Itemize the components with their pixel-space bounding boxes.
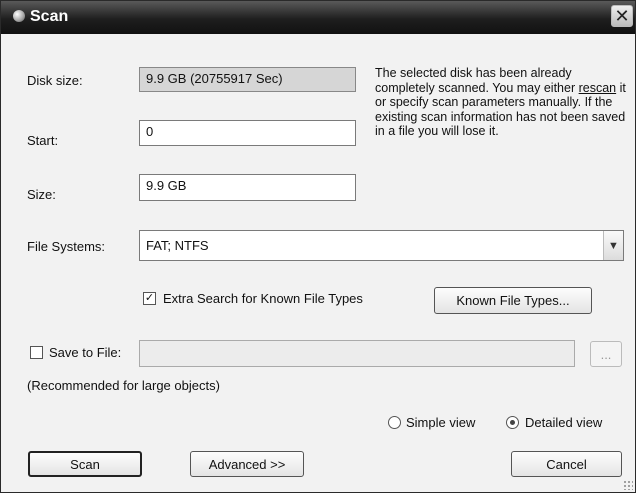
scan-dialog: Scan ✕ Disk size: 9.9 GB (20755917 Sec) … <box>0 0 636 493</box>
rescan-link[interactable]: rescan <box>579 81 617 95</box>
save-to-file-label[interactable]: Save to File: <box>49 345 121 360</box>
simple-view-radio[interactable] <box>388 416 401 429</box>
disk-size-field: 9.9 GB (20755917 Sec) <box>139 67 356 92</box>
save-to-file-checkbox[interactable] <box>30 346 43 359</box>
size-input[interactable]: 9.9 GB <box>139 174 356 201</box>
scan-info-text: The selected disk has been already compl… <box>375 66 627 139</box>
title-bar: Scan ✕ <box>1 1 635 34</box>
app-icon <box>13 10 25 22</box>
known-file-types-button[interactable]: Known File Types... <box>434 287 592 314</box>
disk-size-label: Disk size: <box>27 73 83 88</box>
extra-search-checkbox[interactable]: ✓ <box>143 292 156 305</box>
simple-view-label[interactable]: Simple view <box>406 415 475 430</box>
file-systems-select[interactable]: FAT; NTFS ▼ <box>139 230 624 261</box>
save-to-file-input <box>139 340 575 367</box>
extra-search-label[interactable]: Extra Search for Known File Types <box>163 291 363 306</box>
file-systems-label: File Systems: <box>27 239 106 254</box>
close-icon: ✕ <box>614 6 630 26</box>
advanced-button[interactable]: Advanced >> <box>190 451 304 477</box>
resize-grip-icon[interactable] <box>623 480 633 490</box>
recommendation-text: (Recommended for large objects) <box>27 378 220 393</box>
start-input[interactable]: 0 <box>139 120 356 146</box>
check-icon: ✓ <box>144 292 155 304</box>
chevron-down-icon[interactable]: ▼ <box>603 231 623 260</box>
scan-button[interactable]: Scan <box>28 451 142 477</box>
detailed-view-label[interactable]: Detailed view <box>525 415 602 430</box>
file-systems-value: FAT; NTFS <box>146 238 209 253</box>
window-title: Scan <box>30 8 69 25</box>
close-button[interactable]: ✕ <box>611 5 633 27</box>
detailed-view-radio[interactable] <box>506 416 519 429</box>
info-text-before: The selected disk has been already compl… <box>375 66 579 95</box>
browse-button: ... <box>590 341 622 367</box>
start-label: Start: <box>27 133 59 148</box>
size-label: Size: <box>27 187 56 202</box>
cancel-button[interactable]: Cancel <box>511 451 622 477</box>
